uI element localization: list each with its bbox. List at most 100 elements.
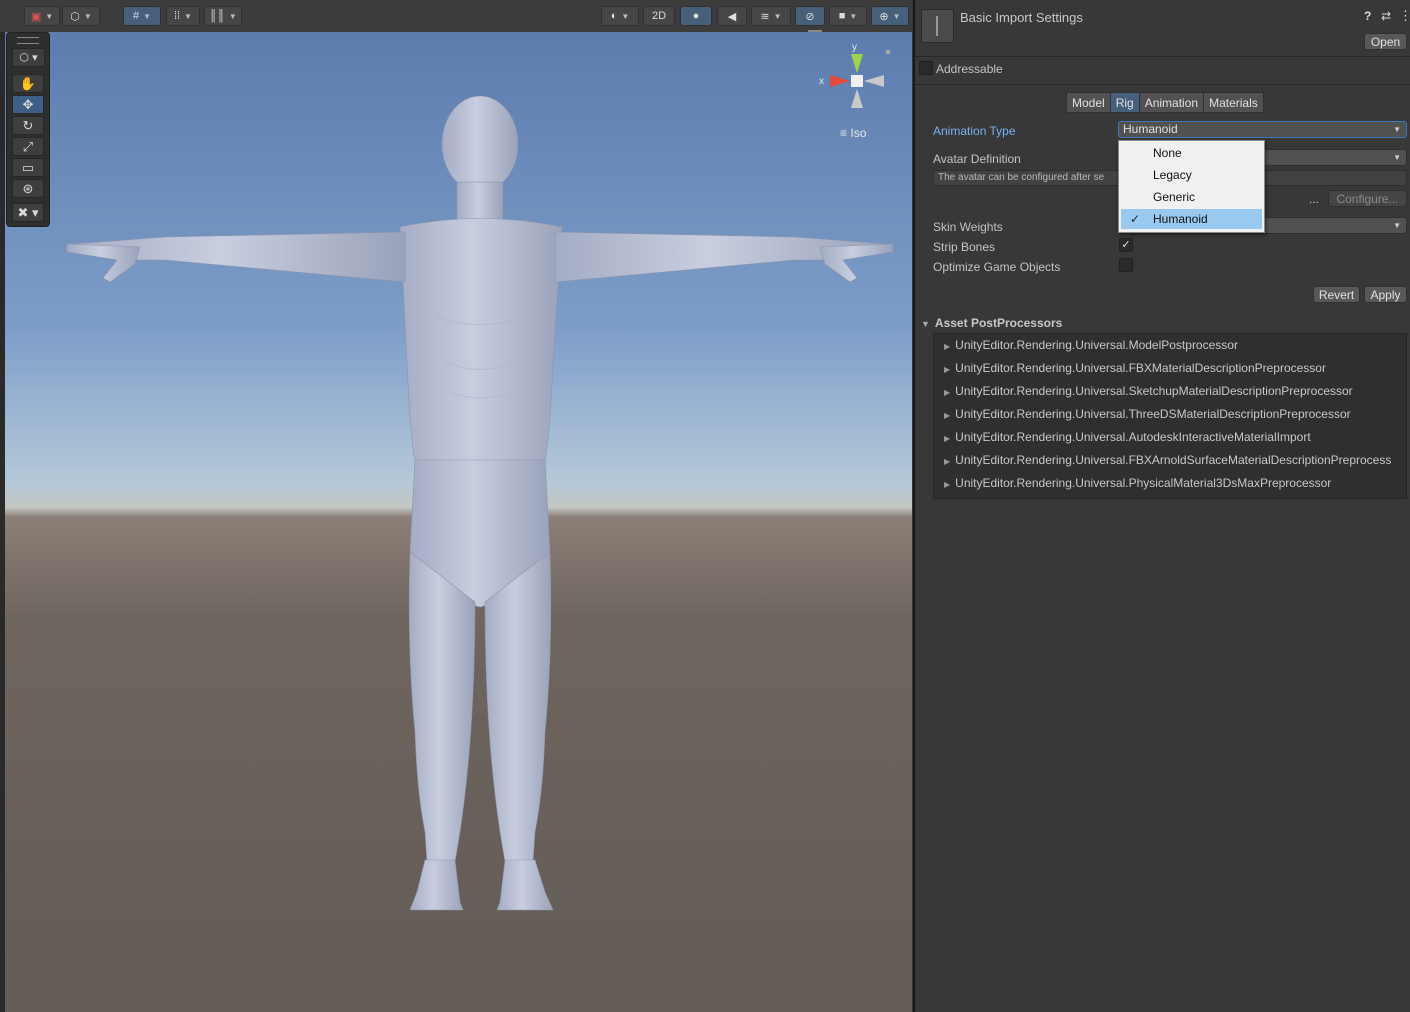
postprocessors-list: ▶ UnityEditor.Rendering.Universal.ModelPo… (933, 333, 1407, 499)
configure-button[interactable]: Configure... (1328, 190, 1407, 207)
tool-palette: ⬡ ▾ ✋ ✥ ↻ ⤢ ▭ ⊛ ✖ ▾ (7, 33, 49, 226)
transform-tool-button[interactable]: ⊛ (12, 179, 44, 198)
move-tool-button[interactable]: ✥ (12, 95, 44, 114)
list-item[interactable]: ▶ UnityEditor.Rendering.Universal.Sketchu… (944, 384, 1353, 398)
list-item[interactable]: ▶ UnityEditor.Rendering.Universal.ModelPo… (944, 338, 1238, 352)
shading-mode-button[interactable]: ◐ ▼ (601, 6, 639, 26)
menu-item-label: Humanoid (1153, 212, 1208, 226)
animation-type-menu: None Legacy Generic ✓ Humanoid (1118, 140, 1265, 233)
menu-lines-icon: ≡ (840, 126, 848, 140)
transform-icon: ⊛ (22, 180, 34, 196)
avatar-definition-label: Avatar Definition (933, 152, 1021, 166)
list-item[interactable]: ▶ UnityEditor.Rendering.Universal.FBXMate… (944, 361, 1326, 375)
tab-label: Animation (1144, 95, 1199, 110)
scene-view[interactable]: ▣ ▼ ⬡ ▼ # ▼ ⁞⁞ ▼ ║║ ▼ ◐ ▼ 2D ● ◀ ≋ ▼ ⊘ ■ ▼ ⊕ ▼ (0, 0, 912, 1012)
menu-item-none[interactable]: None (1121, 143, 1262, 163)
projection-toggle[interactable]: ≡ Iso (840, 126, 866, 140)
palette-drag-handle[interactable] (17, 37, 39, 44)
menu-item-generic[interactable]: Generic (1121, 187, 1262, 207)
layers-icon: ≋ (760, 10, 770, 23)
list-item-label: UnityEditor.Rendering.Universal.Sketchup… (955, 384, 1353, 398)
rect-tool-button[interactable]: ▭ (12, 158, 44, 177)
chevron-down-icon: ▼ (773, 11, 782, 21)
more-options-icon[interactable]: ⋮ (1399, 8, 1410, 24)
2d-mode-button[interactable]: 2D (643, 6, 675, 26)
menu-item-label: None (1153, 146, 1182, 160)
animation-type-label: Animation Type (933, 124, 1016, 138)
skin-weights-label: Skin Weights (933, 220, 1003, 234)
grid-snap-button[interactable]: # ▼ (123, 6, 161, 26)
draw-mode-button[interactable]: ▣ ▼ (24, 6, 60, 26)
expand-arrow-icon: ▶ (944, 411, 951, 420)
apply-button[interactable]: Apply (1364, 286, 1407, 303)
tab-materials[interactable]: Materials (1203, 92, 1264, 113)
speaker-icon: ◀ (727, 10, 737, 23)
effects-button[interactable]: ≋ ▼ (751, 6, 791, 26)
optimize-game-objects-checkbox[interactable] (1119, 258, 1133, 272)
scene-viewport[interactable] (5, 32, 912, 1012)
grid-settings-button[interactable]: ⁞⁞ ▼ (166, 6, 200, 26)
help-icon[interactable]: ? (1364, 9, 1371, 23)
ellipsis-label: ... (1309, 192, 1320, 206)
render-mode-button[interactable]: ⬡ ▼ (62, 6, 100, 26)
scene-visibility-toggle[interactable]: ⊘ (795, 6, 825, 26)
checkmark-icon: ✓ (1121, 239, 1131, 251)
tab-model[interactable]: Model (1066, 92, 1111, 113)
gizmo-center-cube[interactable] (851, 75, 863, 87)
list-item[interactable]: ▶ UnityEditor.Rendering.Universal.Autodes… (944, 430, 1311, 444)
increment-snap-button[interactable]: ║║ ▼ (204, 6, 242, 26)
expand-arrow-icon: ▶ (944, 457, 951, 466)
chevron-down-icon: ▼ (1393, 221, 1401, 230)
list-item-label: UnityEditor.Rendering.Universal.Autodesk… (955, 430, 1311, 444)
gizmo-neg-x-cone[interactable] (864, 75, 884, 87)
audio-toggle[interactable]: ◀ (717, 6, 747, 26)
addressable-checkbox[interactable] (919, 61, 933, 75)
tab-rig[interactable]: Rig (1109, 92, 1140, 113)
gizmo-axes[interactable] (812, 36, 892, 116)
menu-item-legacy[interactable]: Legacy (1121, 165, 1262, 185)
expand-arrow-icon: ▶ (944, 388, 951, 397)
sphere-icon: ◐ (610, 10, 618, 22)
custom-tools-button[interactable]: ✖ ▾ (12, 203, 44, 222)
scale-tool-button[interactable]: ⤢ (12, 137, 44, 156)
chevron-down-icon: ▼ (1393, 125, 1401, 134)
camera-settings-button[interactable]: ■ ▼ (829, 6, 867, 26)
expand-arrow-icon: ▶ (944, 342, 951, 351)
hand-tool-button[interactable]: ✋ (12, 74, 44, 93)
strip-bones-label: Strip Bones (933, 240, 996, 254)
list-item[interactable]: ▶ UnityEditor.Rendering.Universal.ThreeDS… (944, 407, 1351, 421)
gizmo-icon: ⊕ (879, 10, 889, 23)
gizmo-neg-y-cone[interactable] (851, 89, 863, 108)
list-item[interactable]: ▶ UnityEditor.Rendering.Universal.FBXArno… (944, 453, 1391, 467)
revert-button[interactable]: Revert (1313, 286, 1360, 303)
rect-icon: ▭ (21, 159, 35, 175)
list-item-label: UnityEditor.Rendering.Universal.FBXMater… (955, 361, 1326, 375)
gizmos-button[interactable]: ⊕ ▼ (871, 6, 909, 26)
tab-animation[interactable]: Animation (1138, 92, 1205, 113)
tab-label: Model (1072, 95, 1105, 110)
humanoid-model[interactable] (5, 32, 912, 1012)
menu-item-humanoid[interactable]: ✓ Humanoid (1121, 209, 1262, 229)
optimize-game-objects-label: Optimize Game Objects (933, 260, 1061, 274)
lighting-toggle[interactable]: ● (680, 6, 712, 26)
orientation-gizmo[interactable]: y x ≡ Iso (808, 30, 892, 146)
animation-type-dropdown[interactable]: Humanoid ▼ (1118, 121, 1407, 138)
view-options-button[interactable]: ⬡ ▾ (12, 48, 45, 67)
open-button[interactable]: Open (1364, 33, 1407, 50)
gizmo-x-cone[interactable] (830, 75, 850, 87)
list-item[interactable]: ▶ UnityEditor.Rendering.Universal.Physica… (944, 476, 1331, 490)
gizmo-menu-icon[interactable] (808, 30, 822, 32)
gizmo-y-cone[interactable] (851, 54, 863, 73)
rotate-tool-button[interactable]: ↻ (12, 116, 44, 135)
list-item-label: UnityEditor.Rendering.Universal.ThreeDSM… (955, 407, 1351, 421)
expand-arrow-icon: ▶ (944, 480, 951, 489)
expand-arrow-icon: ▶ (944, 434, 951, 443)
grid-icon: ⁞⁞ (173, 10, 181, 22)
chevron-down-icon: ▼ (228, 11, 237, 21)
postprocessors-foldout[interactable]: ▼ Asset PostProcessors (921, 316, 1062, 330)
chevron-down-icon: ▼ (143, 11, 152, 21)
strip-bones-checkbox[interactable]: ✓ (1119, 238, 1133, 252)
hand-icon: ✋ (19, 75, 37, 91)
preset-icon[interactable]: ⇄ (1381, 9, 1391, 23)
move-arrows-icon: ✥ (22, 96, 34, 112)
